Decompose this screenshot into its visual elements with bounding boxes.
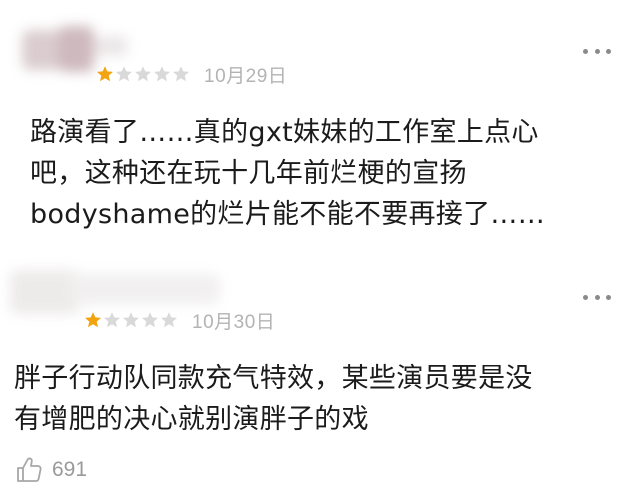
review-item-1: 10月29日 路演看了……真的gxt妹妹的工作室上点心 吧，这种还在玩十几年前烂… (0, 0, 633, 250)
more-options-icon[interactable] (583, 46, 611, 56)
star-filled-icon (85, 312, 101, 328)
star-empty-icon (104, 312, 120, 328)
star-rating (96, 65, 190, 83)
review-meta: 10月30日 (84, 308, 276, 333)
star-rating (84, 311, 178, 329)
star-empty-icon (154, 66, 170, 82)
review-comment: 路演看了……真的gxt妹妹的工作室上点心 吧，这种还在玩十几年前烂梗的宣扬 bo… (30, 117, 546, 230)
star-empty-icon (135, 66, 151, 82)
star-empty-icon (142, 312, 158, 328)
review-comment: 胖子行动队同款充气特效，某些演员要是没 有增肥的决心就别演胖子的戏 (14, 363, 533, 435)
review-date: 10月30日 (192, 311, 276, 333)
star-filled-icon (97, 66, 113, 82)
star-empty-icon (123, 312, 139, 328)
review-date: 10月29日 (204, 65, 288, 87)
thumbs-up-icon (17, 457, 42, 482)
like-count: 691 (52, 458, 88, 481)
review-meta: 10月29日 (96, 62, 288, 87)
like-button[interactable]: 691 (14, 455, 87, 485)
review-item-2: 10月30日 胖子行动队同款充气特效，某些演员要是没 有增肥的决心就别演胖子的戏… (0, 250, 633, 500)
more-options-icon[interactable] (583, 292, 611, 302)
star-empty-icon (173, 66, 189, 82)
star-empty-icon (161, 312, 177, 328)
star-empty-icon (116, 66, 132, 82)
